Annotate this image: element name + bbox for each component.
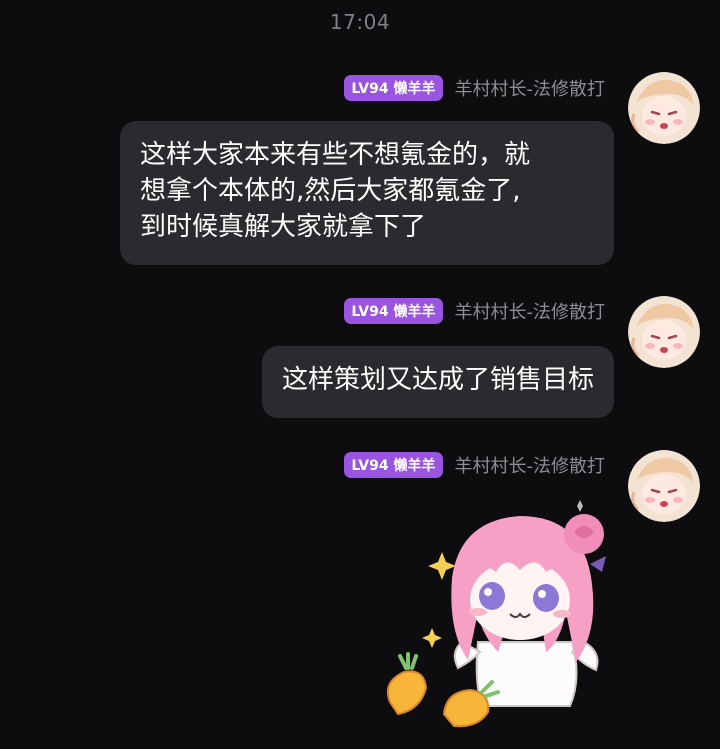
sticker-message[interactable] (370, 492, 615, 742)
avatar-image-icon (628, 450, 700, 522)
level-badge[interactable]: LV94 懒羊羊 (344, 75, 443, 101)
level-badge[interactable]: LV94 懒羊羊 (344, 452, 443, 478)
sender-avatar[interactable] (628, 296, 700, 368)
sender-avatar[interactable] (628, 450, 700, 522)
sender-name[interactable]: 羊村村长-法修散打 (455, 452, 606, 478)
level-badge[interactable]: LV94 懒羊羊 (344, 298, 443, 324)
message-bubble[interactable]: 这样策划又达成了销售目标 (261, 346, 614, 418)
sender-name[interactable]: 羊村村长-法修散打 (455, 75, 606, 101)
chat-screen: 17:04 LV94 懒羊羊 羊村村长-法修散打 这样大家本来有些不想氪金的，就… (0, 0, 720, 749)
message-text-line: 想拿个本体的,然后大家都氪金了, (140, 176, 521, 206)
avatar-image-icon (628, 296, 700, 368)
sender-avatar[interactable] (628, 72, 700, 144)
avatar-image-icon (628, 72, 700, 144)
message-text-line: 这样策划又达成了销售目标 (281, 365, 594, 395)
timestamp: 17:04 (329, 10, 391, 34)
message-text-line: 到时候真解大家就拿下了 (140, 212, 427, 242)
pink-haired-anime-girl-sticker-icon (386, 500, 606, 728)
message-header: LV94 懒羊羊 羊村村长-法修散打 (344, 452, 605, 478)
message-header: LV94 懒羊羊 羊村村长-法修散打 (344, 298, 605, 324)
message-header: LV94 懒羊羊 羊村村长-法修散打 (344, 75, 605, 101)
message-bubble[interactable]: 这样大家本来有些不想氪金的，就 想拿个本体的,然后大家都氪金了, 到时候真解大家… (120, 121, 614, 265)
sender-name[interactable]: 羊村村长-法修散打 (455, 298, 606, 324)
message-text-line: 这样大家本来有些不想氪金的，就 (140, 140, 531, 170)
